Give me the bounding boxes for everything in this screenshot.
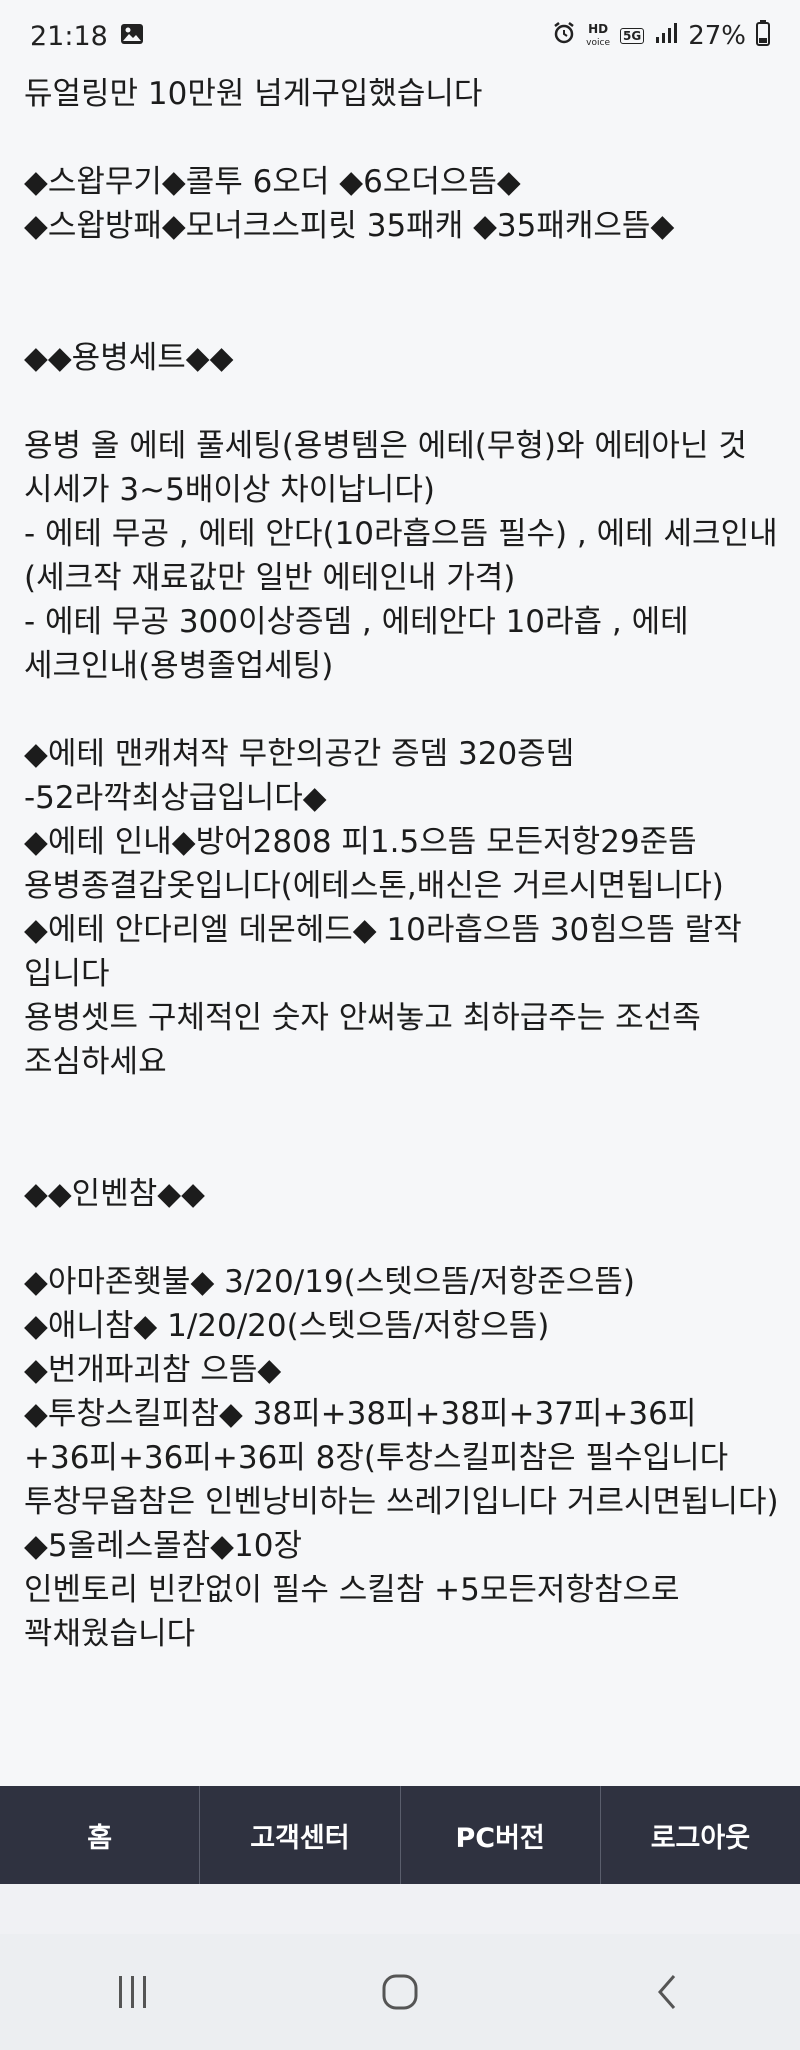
- post-line: ◆에테 안다리엘 데몬헤드◆ 10라흡으뜸 30힘으뜸 랄작 입니다: [24, 912, 752, 992]
- post-line: - 에테 무공 , 에테 안다(10라흡으뜸 필수) , 에테 세크인내(세크작…: [24, 516, 778, 596]
- bottom-nav: 홈 고객센터 PC버전 로그아웃: [0, 1786, 800, 1884]
- back-icon[interactable]: [627, 1962, 707, 2022]
- post-line: ◆스왑무기◆콜투 6오더 ◆6오더으뜸◆: [24, 164, 521, 200]
- post-line: 인벤토리 빈칸없이 필수 스킬참 +5모든저항참으로 꽉채웠습니다: [24, 1572, 690, 1652]
- nav-pc-version-button[interactable]: PC버전: [401, 1786, 601, 1884]
- section-heading-charms: ◆◆인벤참◆◆: [24, 1176, 205, 1212]
- battery-percent: 27%: [688, 21, 746, 51]
- post-line: 용병 올 에테 풀세팅(용병템은 에테(무형)와 에테아닌 것 시세가 3~5배…: [24, 428, 757, 508]
- section-heading-merc: ◆◆용병세트◆◆: [24, 340, 234, 376]
- home-circle-icon[interactable]: [360, 1962, 440, 2022]
- nav-home-button[interactable]: 홈: [0, 1786, 201, 1884]
- post-line: 용병셋트 구체적인 숫자 안써놓고 최하급주는 조선족 조심하세요: [24, 1000, 711, 1080]
- footer-strip: [0, 1884, 800, 1934]
- post-line: ◆에테 맨캐쳐작 무한의공간 증뎀 320증뎀 -52라깍최상급입니다◆: [24, 736, 585, 816]
- nav-logout-button[interactable]: 로그아웃: [601, 1786, 800, 1884]
- post-line: - 에테 무공 300이상증뎀 , 에테안다 10라흡 , 에테 세크인내(용병…: [24, 604, 699, 684]
- status-bar: 21:18 HD voice 5G 27%: [0, 0, 800, 72]
- post-line: ◆아마존횃불◆ 3/20/19(스텟으뜸/저항준으뜸): [24, 1264, 635, 1300]
- nav-customer-center-button[interactable]: 고객센터: [200, 1786, 401, 1884]
- status-right: HD voice 5G 27%: [552, 19, 770, 53]
- post-line: ◆투창스킬피참◆ 38피+38피+38피+37피+36피+36피+36피+36피…: [24, 1396, 779, 1520]
- post-line: ◆5올레스몰참◆10장: [24, 1528, 302, 1564]
- battery-icon: [756, 19, 770, 53]
- status-left: 21:18: [30, 21, 144, 52]
- post-content: 듀얼링만 10만원 넘게구입했습니다 ◆스왑무기◆콜투 6오더 ◆6오더으뜸◆ …: [24, 72, 784, 1656]
- hd-voice-indicator: HD voice: [586, 22, 610, 48]
- network-indicator: 5G: [620, 28, 645, 44]
- post-line: 듀얼링만 10만원 넘게구입했습니다: [24, 76, 483, 112]
- post-line: ◆애니참◆ 1/20/20(스텟으뜸/저항으뜸): [24, 1308, 550, 1344]
- status-time: 21:18: [30, 20, 108, 52]
- image-icon: [120, 21, 144, 52]
- signal-icon: [654, 21, 678, 51]
- system-nav-bar: [0, 1934, 800, 2050]
- post-line: ◆번개파괴참 으뜸◆: [24, 1352, 282, 1388]
- post-line: ◆에테 인내◆방어2808 피1.5으뜸 모든저항29준뜸 용병종결갑옷입니다(…: [24, 824, 724, 904]
- post-line: ◆스왑방패◆모너크스피릿 35패캐 ◆35패캐으뜸◆: [24, 208, 675, 244]
- alarm-icon: [552, 21, 576, 52]
- recent-apps-icon[interactable]: [93, 1962, 173, 2022]
